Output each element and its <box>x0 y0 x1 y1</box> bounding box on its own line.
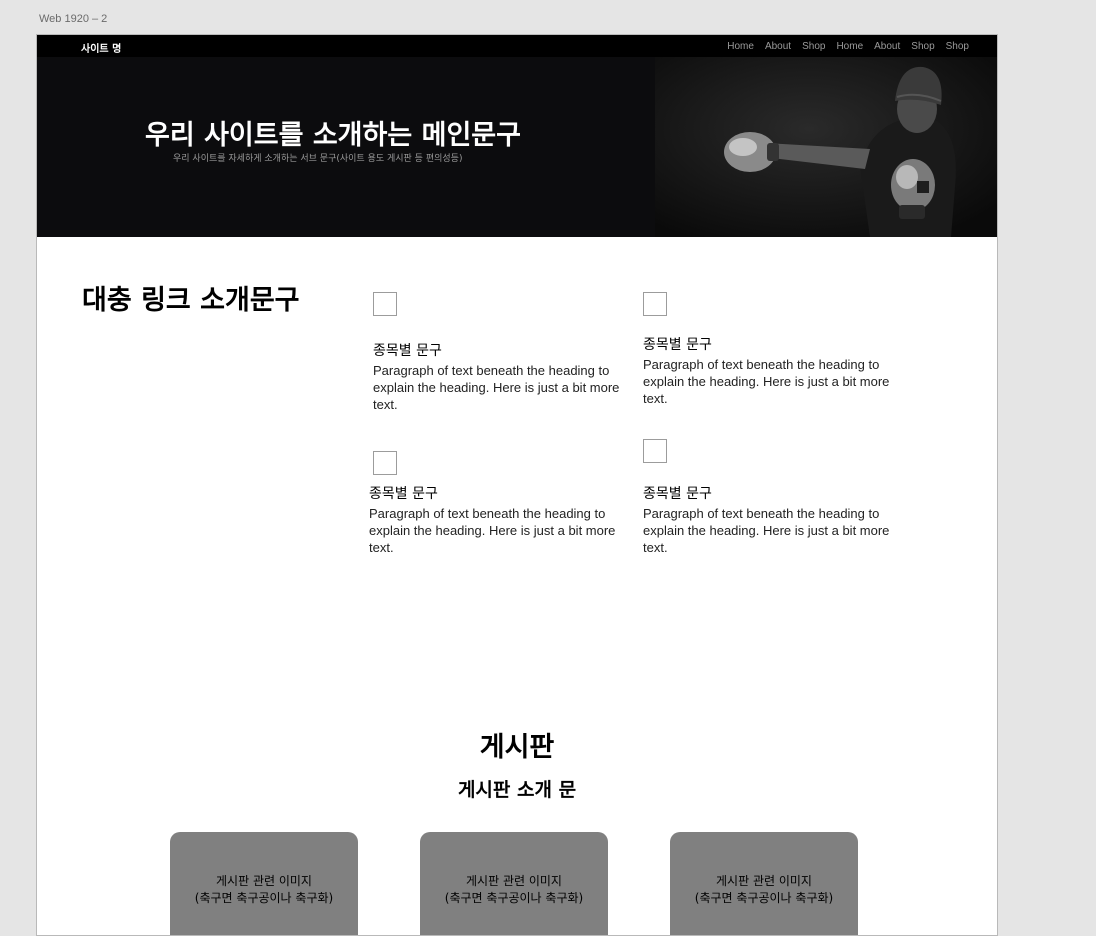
nav-link-home[interactable]: Home <box>727 41 754 52</box>
nav-link-about[interactable]: About <box>874 41 900 52</box>
board-card[interactable]: 게시판 관련 이미지 (축구면 축구공이나 축구화) <box>420 832 608 935</box>
nav-link-shop[interactable]: Shop <box>911 41 934 52</box>
feature-item[interactable]: 종목별 문구 Paragraph of text beneath the hea… <box>369 451 623 556</box>
feature-title: 종목별 문구 <box>643 337 712 353</box>
nav-link-home[interactable]: Home <box>836 41 863 52</box>
nav-link-shop[interactable]: Shop <box>946 41 969 52</box>
board-card[interactable]: 게시판 관련 이미지 (축구면 축구공이나 축구화) <box>170 832 358 935</box>
card-caption: 게시판 관련 이미지 (축구면 축구공이나 축구화) <box>694 873 834 935</box>
feature-item[interactable]: 종목별 문구 Paragraph of text beneath the hea… <box>643 292 893 407</box>
feature-text: Paragraph of text beneath the heading to… <box>643 506 890 555</box>
feature-title: 종목별 문구 <box>373 343 442 359</box>
card-caption-line1: 게시판 관련 이미지 <box>466 874 562 888</box>
card-caption-line2: (축구면 축구공이나 축구화) <box>694 891 834 905</box>
placeholder-icon <box>643 292 667 316</box>
card-caption-line1: 게시판 관련 이미지 <box>716 874 812 888</box>
board-card[interactable]: 게시판 관련 이미지 (축구면 축구공이나 축구화) <box>670 832 858 935</box>
board-title: 게시판 <box>479 732 555 763</box>
nav-menu: Home About Shop Home About Shop Shop <box>716 41 969 52</box>
feature-item[interactable]: 종목별 문구 Paragraph of text beneath the hea… <box>373 292 623 413</box>
card-caption-line1: 게시판 관련 이미지 <box>216 874 312 888</box>
placeholder-icon <box>373 451 397 475</box>
artboard: 사이트 명 Home About Shop Home About Shop Sh… <box>36 34 998 936</box>
card-caption: 게시판 관련 이미지 (축구면 축구공이나 축구화) <box>194 873 334 935</box>
site-name[interactable]: 사이트 명 <box>81 40 121 55</box>
nav-link-about[interactable]: About <box>765 41 791 52</box>
intro-heading: 대충 링크 소개문구 <box>82 285 300 316</box>
card-caption-line2: (축구면 축구공이나 축구화) <box>194 891 334 905</box>
feature-title: 종목별 문구 <box>369 486 438 502</box>
feature-item[interactable]: 종목별 문구 Paragraph of text beneath the hea… <box>643 439 893 556</box>
hero-title: 우리 사이트를 소개하는 메인문구 <box>145 120 521 151</box>
nav-link-shop[interactable]: Shop <box>802 41 825 52</box>
feature-title: 종목별 문구 <box>643 486 712 502</box>
placeholder-icon <box>643 439 667 463</box>
boxer-photo <box>655 57 997 237</box>
feature-text: Paragraph of text beneath the heading to… <box>643 357 890 406</box>
board-subtitle: 게시판 소개 문 <box>457 779 577 801</box>
hero-banner: 우리 사이트를 소개하는 메인문구 우리 사이트를 자세하게 소개하는 서브 문… <box>37 57 997 237</box>
card-caption-line2: (축구면 축구공이나 축구화) <box>444 891 584 905</box>
top-nav-bar: 사이트 명 Home About Shop Home About Shop Sh… <box>37 35 997 57</box>
artboard-label: Web 1920 – 2 <box>39 13 108 25</box>
card-caption: 게시판 관련 이미지 (축구면 축구공이나 축구화) <box>444 873 584 935</box>
placeholder-icon <box>373 292 397 316</box>
hero-subtitle: 우리 사이트를 자세하게 소개하는 서브 문구(사이트 용도 게시판 등 편의성… <box>173 154 463 164</box>
feature-text: Paragraph of text beneath the heading to… <box>369 506 616 555</box>
feature-text: Paragraph of text beneath the heading to… <box>373 363 620 412</box>
